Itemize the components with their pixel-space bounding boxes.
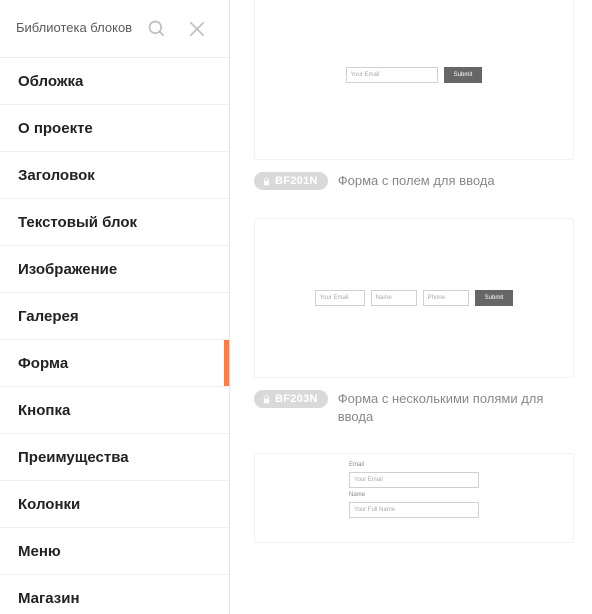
preview-input: Your Email [346, 67, 438, 83]
block-description: Форма с полем для ввода [338, 172, 574, 190]
block-card[interactable]: Your Email Name Phone Submit BF203N Форма с н… [254, 218, 574, 425]
preview-label: Email [349, 462, 364, 468]
search-button[interactable] [137, 9, 177, 49]
block-card[interactable]: Email Your Email Name Your Full Name [254, 453, 574, 543]
block-preview: Email Your Email Name Your Full Name [254, 453, 574, 543]
sidebar-item-8[interactable]: Преимущества [0, 434, 229, 481]
sidebar-header: Библиотека блоков [0, 0, 229, 58]
sidebar-item-4[interactable]: Изображение [0, 246, 229, 293]
close-button[interactable] [177, 9, 217, 49]
library-title: Библиотека блоков [16, 20, 137, 37]
lock-icon [262, 177, 271, 186]
preview-submit: Submit [475, 290, 514, 306]
block-code-badge: BF201N [254, 172, 328, 190]
block-code-badge: BF203N [254, 390, 328, 408]
preview-input: Your Email [349, 472, 479, 488]
sidebar: Библиотека блоков ОбложкаО проектеЗаголо… [0, 0, 230, 614]
preview-label: Name [349, 492, 365, 498]
sidebar-item-5[interactable]: Галерея [0, 293, 229, 340]
block-preview: Your Email Submit [254, 0, 574, 160]
sidebar-item-2[interactable]: Заголовок [0, 152, 229, 199]
block-meta: BF203N Форма с несколькими полями для вво… [254, 390, 574, 425]
blocks-panel: Your Email Submit BF201N Форма с полем для … [230, 0, 592, 614]
sidebar-item-9[interactable]: Колонки [0, 481, 229, 528]
sidebar-item-11[interactable]: Магазин [0, 575, 229, 614]
lock-icon [262, 395, 271, 404]
preview-submit: Submit [444, 67, 483, 83]
block-meta: BF201N Форма с полем для ввода [254, 172, 574, 190]
preview-input: Your Email [315, 290, 365, 306]
category-list: ОбложкаО проектеЗаголовокТекстовый блокИ… [0, 58, 229, 614]
preview-input: Phone [423, 290, 469, 306]
block-preview: Your Email Name Phone Submit [254, 218, 574, 378]
block-card[interactable]: Your Email Submit BF201N Форма с полем для … [254, 0, 574, 190]
sidebar-item-3[interactable]: Текстовый блок [0, 199, 229, 246]
search-icon [147, 19, 167, 39]
sidebar-item-6[interactable]: Форма [0, 340, 229, 387]
sidebar-item-10[interactable]: Меню [0, 528, 229, 575]
preview-input: Name [371, 290, 417, 306]
block-code: BF203N [275, 393, 318, 405]
block-description: Форма с несколькими полями для ввода [338, 390, 574, 425]
sidebar-item-7[interactable]: Кнопка [0, 387, 229, 434]
block-code: BF201N [275, 175, 318, 187]
close-icon [187, 19, 207, 39]
preview-input: Your Full Name [349, 502, 479, 518]
sidebar-item-0[interactable]: Обложка [0, 58, 229, 105]
sidebar-item-1[interactable]: О проекте [0, 105, 229, 152]
